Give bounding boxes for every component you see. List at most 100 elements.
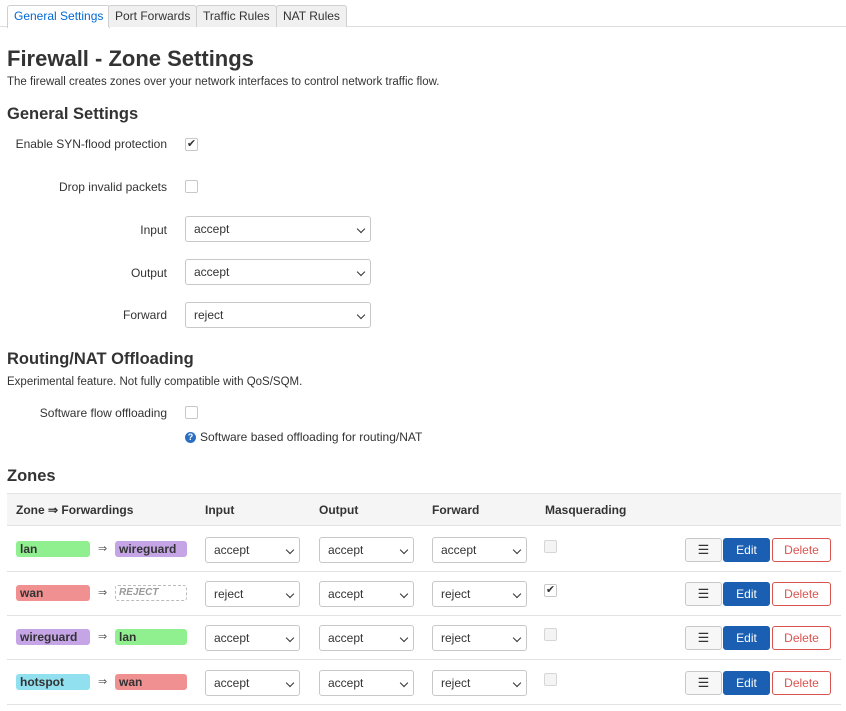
edit-button[interactable]: Edit [723, 626, 770, 650]
col-output: Output [319, 503, 359, 517]
chevron-down-icon [356, 224, 366, 234]
zone-name-badge: hotspot [16, 674, 90, 690]
zone-output-select[interactable]: accept [319, 581, 414, 607]
forward-arrow-icon: ⇒ [98, 676, 108, 688]
zone-name-badge: lan [16, 541, 90, 557]
zone-output-value: accept [328, 676, 364, 690]
software-flow-help-text: Software based offloading for routing/NA… [200, 430, 423, 444]
zone-name-badge: wan [16, 585, 90, 601]
zones-table-header: Zone ⇒ Forwardings Input Output Forward … [7, 493, 841, 526]
tab-port-forwards[interactable]: Port Forwards [108, 5, 198, 27]
output-policy-select[interactable]: accept [185, 259, 371, 285]
col-forward: Forward [432, 503, 480, 517]
zone-input-value: accept [214, 543, 250, 557]
zone-output-value: accept [328, 587, 364, 601]
zone-output-select[interactable]: accept [319, 670, 414, 696]
zone-forward-badge: wireguard [115, 541, 187, 557]
col-zone-forwardings: Zone ⇒ Forwardings [16, 503, 134, 517]
forward-policy-label: Forward [122, 308, 167, 322]
tab-general-settings[interactable]: General Settings [7, 5, 111, 28]
forward-policy-value: reject [194, 308, 224, 322]
software-flow-label: Software flow offloading [39, 406, 167, 420]
zone-row: wan ⇒ REJECT reject accept reject ✔ ☰ Edit Delete [7, 571, 841, 616]
offloading-heading: Routing/NAT Offloading [7, 350, 194, 368]
drop-invalid-label: Drop invalid packets [58, 180, 167, 194]
col-input: Input [205, 503, 235, 517]
zone-name-badge: wireguard [16, 629, 90, 645]
zones-heading: Zones [7, 467, 56, 485]
chevron-down-icon [512, 545, 522, 555]
check-icon: ✔ [545, 584, 556, 596]
zone-input-select[interactable]: accept [205, 537, 300, 563]
chevron-down-icon [399, 633, 409, 643]
zone-input-value: accept [214, 631, 250, 645]
zone-input-value: accept [214, 676, 250, 690]
masquerading-checkbox[interactable] [544, 540, 557, 553]
chevron-down-icon [399, 589, 409, 599]
software-flow-help: ? Software based offloading for routing/… [185, 430, 422, 444]
software-flow-checkbox[interactable] [185, 406, 198, 419]
zone-output-value: accept [328, 631, 364, 645]
zone-output-select[interactable]: accept [319, 537, 414, 563]
edit-button[interactable]: Edit [723, 538, 770, 562]
zone-input-value: reject [214, 587, 244, 601]
output-policy-label: Output [130, 266, 167, 280]
masquerading-checkbox[interactable]: ✔ [544, 584, 557, 597]
delete-button[interactable]: Delete [772, 538, 831, 562]
forward-arrow-icon: ⇒ [98, 543, 108, 555]
forward-arrow-icon: ⇒ [98, 587, 108, 599]
zone-row: wireguard ⇒ lan accept accept reject ☰ Edit Dele… [7, 615, 841, 660]
chevron-down-icon [356, 310, 366, 320]
chevron-down-icon [399, 545, 409, 555]
zone-forward-select[interactable]: reject [432, 581, 527, 607]
zone-input-select[interactable]: accept [205, 670, 300, 696]
output-policy-value: accept [194, 265, 230, 279]
delete-button[interactable]: Delete [772, 582, 831, 606]
tab-bar: General Settings Port Forwards Traffic R… [0, 0, 846, 28]
zone-row: hotspot ⇒ wan accept accept reject ☰ Edit Delete [7, 660, 841, 705]
syn-flood-label: Enable SYN-flood protection [15, 137, 167, 151]
masquerading-checkbox[interactable] [544, 628, 557, 641]
zone-forward-select[interactable]: reject [432, 670, 527, 696]
delete-button[interactable]: Delete [772, 671, 831, 695]
zone-input-select[interactable]: accept [205, 625, 300, 651]
zone-output-select[interactable]: accept [319, 625, 414, 651]
syn-flood-checkbox[interactable]: ✔ [185, 138, 198, 151]
zone-forward-value: accept [441, 543, 477, 557]
zone-forward-value: reject [441, 676, 471, 690]
delete-button[interactable]: Delete [772, 626, 831, 650]
edit-button[interactable]: Edit [723, 582, 770, 606]
zone-forward-select[interactable]: reject [432, 625, 527, 651]
check-icon: ✔ [186, 138, 197, 150]
chevron-down-icon [399, 678, 409, 688]
masquerading-checkbox[interactable] [544, 673, 557, 686]
reorder-handle-button[interactable]: ☰ [685, 582, 722, 606]
reorder-handle-button[interactable]: ☰ [685, 538, 722, 562]
chevron-down-icon [285, 545, 295, 555]
tab-nat-rules[interactable]: NAT Rules [276, 5, 347, 27]
tab-traffic-rules[interactable]: Traffic Rules [196, 5, 277, 27]
input-policy-select[interactable]: accept [185, 216, 371, 242]
zone-input-select[interactable]: reject [205, 581, 300, 607]
zone-forward-value: reject [441, 587, 471, 601]
forward-policy-select[interactable]: reject [185, 302, 371, 328]
chevron-down-icon [512, 589, 522, 599]
input-policy-value: accept [194, 222, 230, 236]
offloading-description: Experimental feature. Not fully compatib… [7, 376, 303, 388]
chevron-down-icon [285, 589, 295, 599]
zone-forward-select[interactable]: accept [432, 537, 527, 563]
zone-forward-reject: REJECT [115, 585, 187, 601]
zone-forward-badge: wan [115, 674, 187, 690]
chevron-down-icon [512, 633, 522, 643]
col-masquerading: Masquerading [545, 503, 627, 517]
reorder-handle-button[interactable]: ☰ [685, 671, 722, 695]
input-policy-label: Input [140, 223, 167, 237]
chevron-down-icon [285, 678, 295, 688]
zone-forward-badge: lan [115, 629, 187, 645]
page-description: The firewall creates zones over your net… [7, 76, 440, 88]
question-circle-icon: ? [185, 431, 196, 443]
drop-invalid-checkbox[interactable] [185, 180, 198, 193]
reorder-handle-button[interactable]: ☰ [685, 626, 722, 650]
edit-button[interactable]: Edit [723, 671, 770, 695]
chevron-down-icon [356, 267, 366, 277]
